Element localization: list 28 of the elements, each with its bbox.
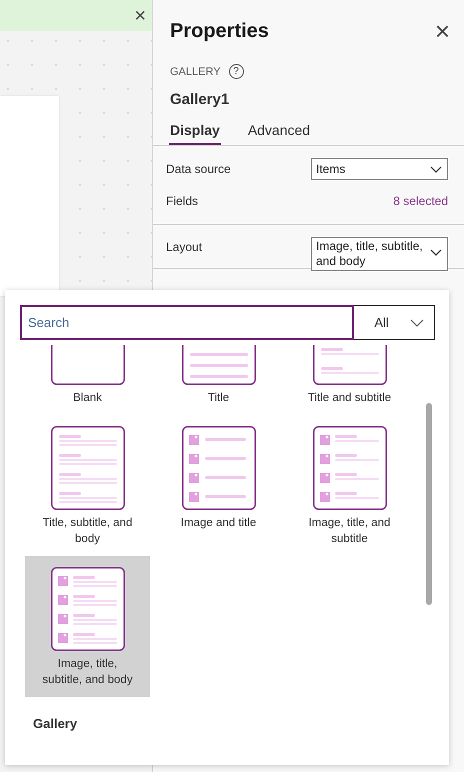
help-button[interactable]: ? (228, 64, 244, 79)
property-label: Fields (166, 194, 198, 208)
chevron-icon (410, 318, 424, 326)
fields-link[interactable]: 8 selected (393, 194, 448, 208)
chevron-icon (430, 166, 442, 172)
close-button[interactable]: × (134, 6, 146, 26)
search-field[interactable]: Search (20, 305, 354, 340)
control-type: GALLERY (170, 66, 221, 78)
layout-option[interactable]: Image, title, and subtitle (287, 415, 412, 556)
property-label: Data source (166, 162, 231, 176)
close-button[interactable]: × (434, 18, 450, 44)
chevron-icon (430, 249, 442, 256)
layout-option[interactable]: Title (156, 345, 281, 415)
data-source-dropdown[interactable]: Items (311, 158, 448, 180)
control-name: Gallery1 (169, 90, 230, 108)
layout-dropdown[interactable]: Image, title, subtitle, and body (311, 237, 448, 271)
layout-option[interactable]: Title and subtitle (287, 345, 412, 415)
layout-option[interactable]: Title, subtitle, and body (25, 415, 150, 556)
layout-option[interactable]: Image, title, subtitle, and body (25, 556, 150, 697)
layout-option[interactable]: Blank (25, 345, 150, 415)
layout-option[interactable]: Image and title (156, 415, 281, 556)
property-label: Layout (166, 240, 202, 254)
tab[interactable]: Advanced (246, 122, 312, 145)
scrollbar[interactable] (426, 403, 432, 605)
panel-title: Properties (170, 20, 269, 42)
filter-dropdown[interactable]: All (354, 305, 435, 340)
tab[interactable]: Display (169, 122, 221, 145)
section-heading: Gallery (32, 715, 78, 731)
